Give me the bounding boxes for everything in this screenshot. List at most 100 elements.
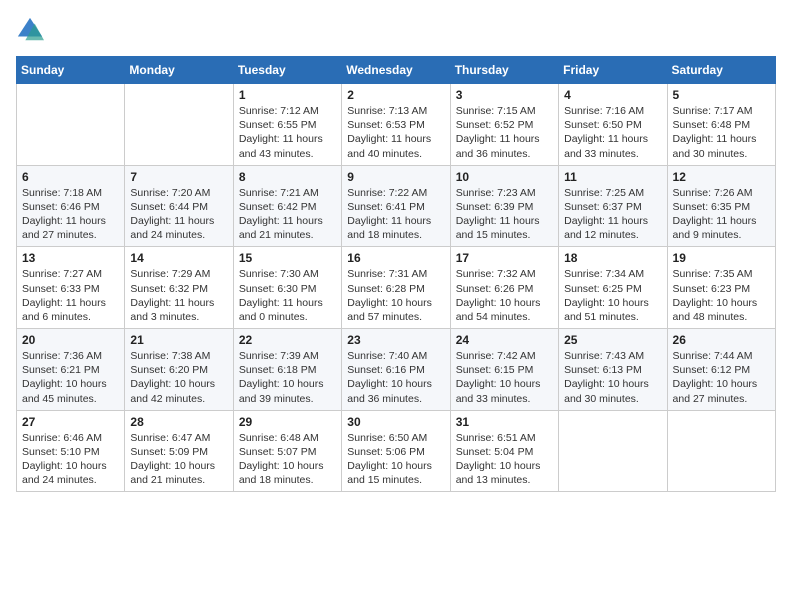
day-number: 29 <box>239 415 336 429</box>
day-info: Sunrise: 7:29 AM Sunset: 6:32 PM Dayligh… <box>130 267 227 324</box>
day-number: 28 <box>130 415 227 429</box>
day-info: Sunrise: 7:15 AM Sunset: 6:52 PM Dayligh… <box>456 104 553 161</box>
calendar-cell: 12 Sunrise: 7:26 AM Sunset: 6:35 PM Dayli… <box>667 165 775 247</box>
day-number: 22 <box>239 333 336 347</box>
calendar-cell: 15 Sunrise: 7:30 AM Sunset: 6:30 PM Dayli… <box>233 247 341 329</box>
day-number: 20 <box>22 333 119 347</box>
calendar-cell: 5 Sunrise: 7:17 AM Sunset: 6:48 PM Daylig… <box>667 84 775 166</box>
calendar-cell: 21Sunrise: 7:38 AM Sunset: 6:20 PM Dayli… <box>125 329 233 411</box>
day-info: Sunrise: 6:46 AM Sunset: 5:10 PM Dayligh… <box>22 431 119 488</box>
day-info: Sunrise: 7:32 AM Sunset: 6:26 PM Dayligh… <box>456 267 553 324</box>
calendar-cell: 2Sunrise: 7:13 AM Sunset: 6:53 PM Daylig… <box>342 84 450 166</box>
calendar-week-row: 27 Sunrise: 6:46 AM Sunset: 5:10 PM Dayli… <box>17 410 776 492</box>
day-number: 7 <box>130 170 227 184</box>
day-number: 21 <box>130 333 227 347</box>
day-number: 3 <box>456 88 553 102</box>
day-number: 11 <box>564 170 661 184</box>
calendar-cell: 19Sunrise: 7:35 AM Sunset: 6:23 PM Dayli… <box>667 247 775 329</box>
day-number: 16 <box>347 251 444 265</box>
day-info: Sunrise: 6:51 AM Sunset: 5:04 PM Dayligh… <box>456 431 553 488</box>
day-header-tuesday: Tuesday <box>233 57 341 84</box>
calendar-cell: 9 Sunrise: 7:22 AM Sunset: 6:41 PM Daylig… <box>342 165 450 247</box>
calendar-cell: 28Sunrise: 6:47 AM Sunset: 5:09 PM Dayli… <box>125 410 233 492</box>
calendar-week-row: 20Sunrise: 7:36 AM Sunset: 6:21 PM Dayli… <box>17 329 776 411</box>
calendar-week-row: 6 Sunrise: 7:18 AM Sunset: 6:46 PM Daylig… <box>17 165 776 247</box>
day-info: Sunrise: 7:42 AM Sunset: 6:15 PM Dayligh… <box>456 349 553 406</box>
day-info: Sunrise: 6:48 AM Sunset: 5:07 PM Dayligh… <box>239 431 336 488</box>
calendar-cell: 13Sunrise: 7:27 AM Sunset: 6:33 PM Dayli… <box>17 247 125 329</box>
day-info: Sunrise: 6:50 AM Sunset: 5:06 PM Dayligh… <box>347 431 444 488</box>
day-info: Sunrise: 7:21 AM Sunset: 6:42 PM Dayligh… <box>239 186 336 243</box>
calendar-cell: 24 Sunrise: 7:42 AM Sunset: 6:15 PM Dayli… <box>450 329 558 411</box>
day-number: 6 <box>22 170 119 184</box>
day-info: Sunrise: 7:17 AM Sunset: 6:48 PM Dayligh… <box>673 104 770 161</box>
calendar-cell <box>559 410 667 492</box>
calendar-cell: 11 Sunrise: 7:25 AM Sunset: 6:37 PM Dayli… <box>559 165 667 247</box>
calendar-cell: 22 Sunrise: 7:39 AM Sunset: 6:18 PM Dayli… <box>233 329 341 411</box>
day-info: Sunrise: 7:13 AM Sunset: 6:53 PM Dayligh… <box>347 104 444 161</box>
day-info: Sunrise: 7:18 AM Sunset: 6:46 PM Dayligh… <box>22 186 119 243</box>
calendar-cell: 3 Sunrise: 7:15 AM Sunset: 6:52 PM Daylig… <box>450 84 558 166</box>
page-header <box>16 16 776 44</box>
day-info: Sunrise: 7:16 AM Sunset: 6:50 PM Dayligh… <box>564 104 661 161</box>
day-header-sunday: Sunday <box>17 57 125 84</box>
logo-icon <box>16 16 44 44</box>
day-info: Sunrise: 7:40 AM Sunset: 6:16 PM Dayligh… <box>347 349 444 406</box>
day-info: Sunrise: 7:35 AM Sunset: 6:23 PM Dayligh… <box>673 267 770 324</box>
calendar-cell <box>667 410 775 492</box>
calendar-table: SundayMondayTuesdayWednesdayThursdayFrid… <box>16 56 776 492</box>
calendar-cell: 7 Sunrise: 7:20 AM Sunset: 6:44 PM Daylig… <box>125 165 233 247</box>
calendar-cell: 4 Sunrise: 7:16 AM Sunset: 6:50 PM Daylig… <box>559 84 667 166</box>
day-number: 30 <box>347 415 444 429</box>
day-number: 25 <box>564 333 661 347</box>
logo <box>16 16 46 44</box>
day-number: 17 <box>456 251 553 265</box>
calendar-cell: 14 Sunrise: 7:29 AM Sunset: 6:32 PM Dayli… <box>125 247 233 329</box>
day-number: 24 <box>456 333 553 347</box>
day-number: 1 <box>239 88 336 102</box>
day-info: Sunrise: 7:25 AM Sunset: 6:37 PM Dayligh… <box>564 186 661 243</box>
day-number: 12 <box>673 170 770 184</box>
day-header-monday: Monday <box>125 57 233 84</box>
day-info: Sunrise: 7:12 AM Sunset: 6:55 PM Dayligh… <box>239 104 336 161</box>
day-info: Sunrise: 7:27 AM Sunset: 6:33 PM Dayligh… <box>22 267 119 324</box>
day-info: Sunrise: 7:44 AM Sunset: 6:12 PM Dayligh… <box>673 349 770 406</box>
calendar-cell: 6 Sunrise: 7:18 AM Sunset: 6:46 PM Daylig… <box>17 165 125 247</box>
calendar-cell: 17 Sunrise: 7:32 AM Sunset: 6:26 PM Dayli… <box>450 247 558 329</box>
calendar-cell: 29 Sunrise: 6:48 AM Sunset: 5:07 PM Dayli… <box>233 410 341 492</box>
day-info: Sunrise: 7:22 AM Sunset: 6:41 PM Dayligh… <box>347 186 444 243</box>
day-number: 5 <box>673 88 770 102</box>
day-number: 4 <box>564 88 661 102</box>
day-info: Sunrise: 7:31 AM Sunset: 6:28 PM Dayligh… <box>347 267 444 324</box>
calendar-cell: 1 Sunrise: 7:12 AM Sunset: 6:55 PM Daylig… <box>233 84 341 166</box>
calendar-cell: 23 Sunrise: 7:40 AM Sunset: 6:16 PM Dayli… <box>342 329 450 411</box>
calendar-cell: 16 Sunrise: 7:31 AM Sunset: 6:28 PM Dayli… <box>342 247 450 329</box>
day-header-saturday: Saturday <box>667 57 775 84</box>
calendar-cell: 25 Sunrise: 7:43 AM Sunset: 6:13 PM Dayli… <box>559 329 667 411</box>
day-number: 9 <box>347 170 444 184</box>
day-info: Sunrise: 7:30 AM Sunset: 6:30 PM Dayligh… <box>239 267 336 324</box>
day-header-thursday: Thursday <box>450 57 558 84</box>
day-number: 8 <box>239 170 336 184</box>
day-info: Sunrise: 7:26 AM Sunset: 6:35 PM Dayligh… <box>673 186 770 243</box>
day-number: 23 <box>347 333 444 347</box>
day-info: Sunrise: 7:20 AM Sunset: 6:44 PM Dayligh… <box>130 186 227 243</box>
day-number: 18 <box>564 251 661 265</box>
day-number: 31 <box>456 415 553 429</box>
calendar-cell: 26Sunrise: 7:44 AM Sunset: 6:12 PM Dayli… <box>667 329 775 411</box>
day-number: 10 <box>456 170 553 184</box>
day-header-friday: Friday <box>559 57 667 84</box>
calendar-cell <box>17 84 125 166</box>
calendar-cell: 31 Sunrise: 6:51 AM Sunset: 5:04 PM Dayli… <box>450 410 558 492</box>
calendar-cell <box>125 84 233 166</box>
day-number: 27 <box>22 415 119 429</box>
calendar-cell: 20Sunrise: 7:36 AM Sunset: 6:21 PM Dayli… <box>17 329 125 411</box>
calendar-week-row: 13Sunrise: 7:27 AM Sunset: 6:33 PM Dayli… <box>17 247 776 329</box>
day-number: 15 <box>239 251 336 265</box>
calendar-cell: 10Sunrise: 7:23 AM Sunset: 6:39 PM Dayli… <box>450 165 558 247</box>
calendar-header-row: SundayMondayTuesdayWednesdayThursdayFrid… <box>17 57 776 84</box>
day-number: 14 <box>130 251 227 265</box>
day-info: Sunrise: 7:39 AM Sunset: 6:18 PM Dayligh… <box>239 349 336 406</box>
calendar-cell: 8 Sunrise: 7:21 AM Sunset: 6:42 PM Daylig… <box>233 165 341 247</box>
day-info: Sunrise: 7:43 AM Sunset: 6:13 PM Dayligh… <box>564 349 661 406</box>
